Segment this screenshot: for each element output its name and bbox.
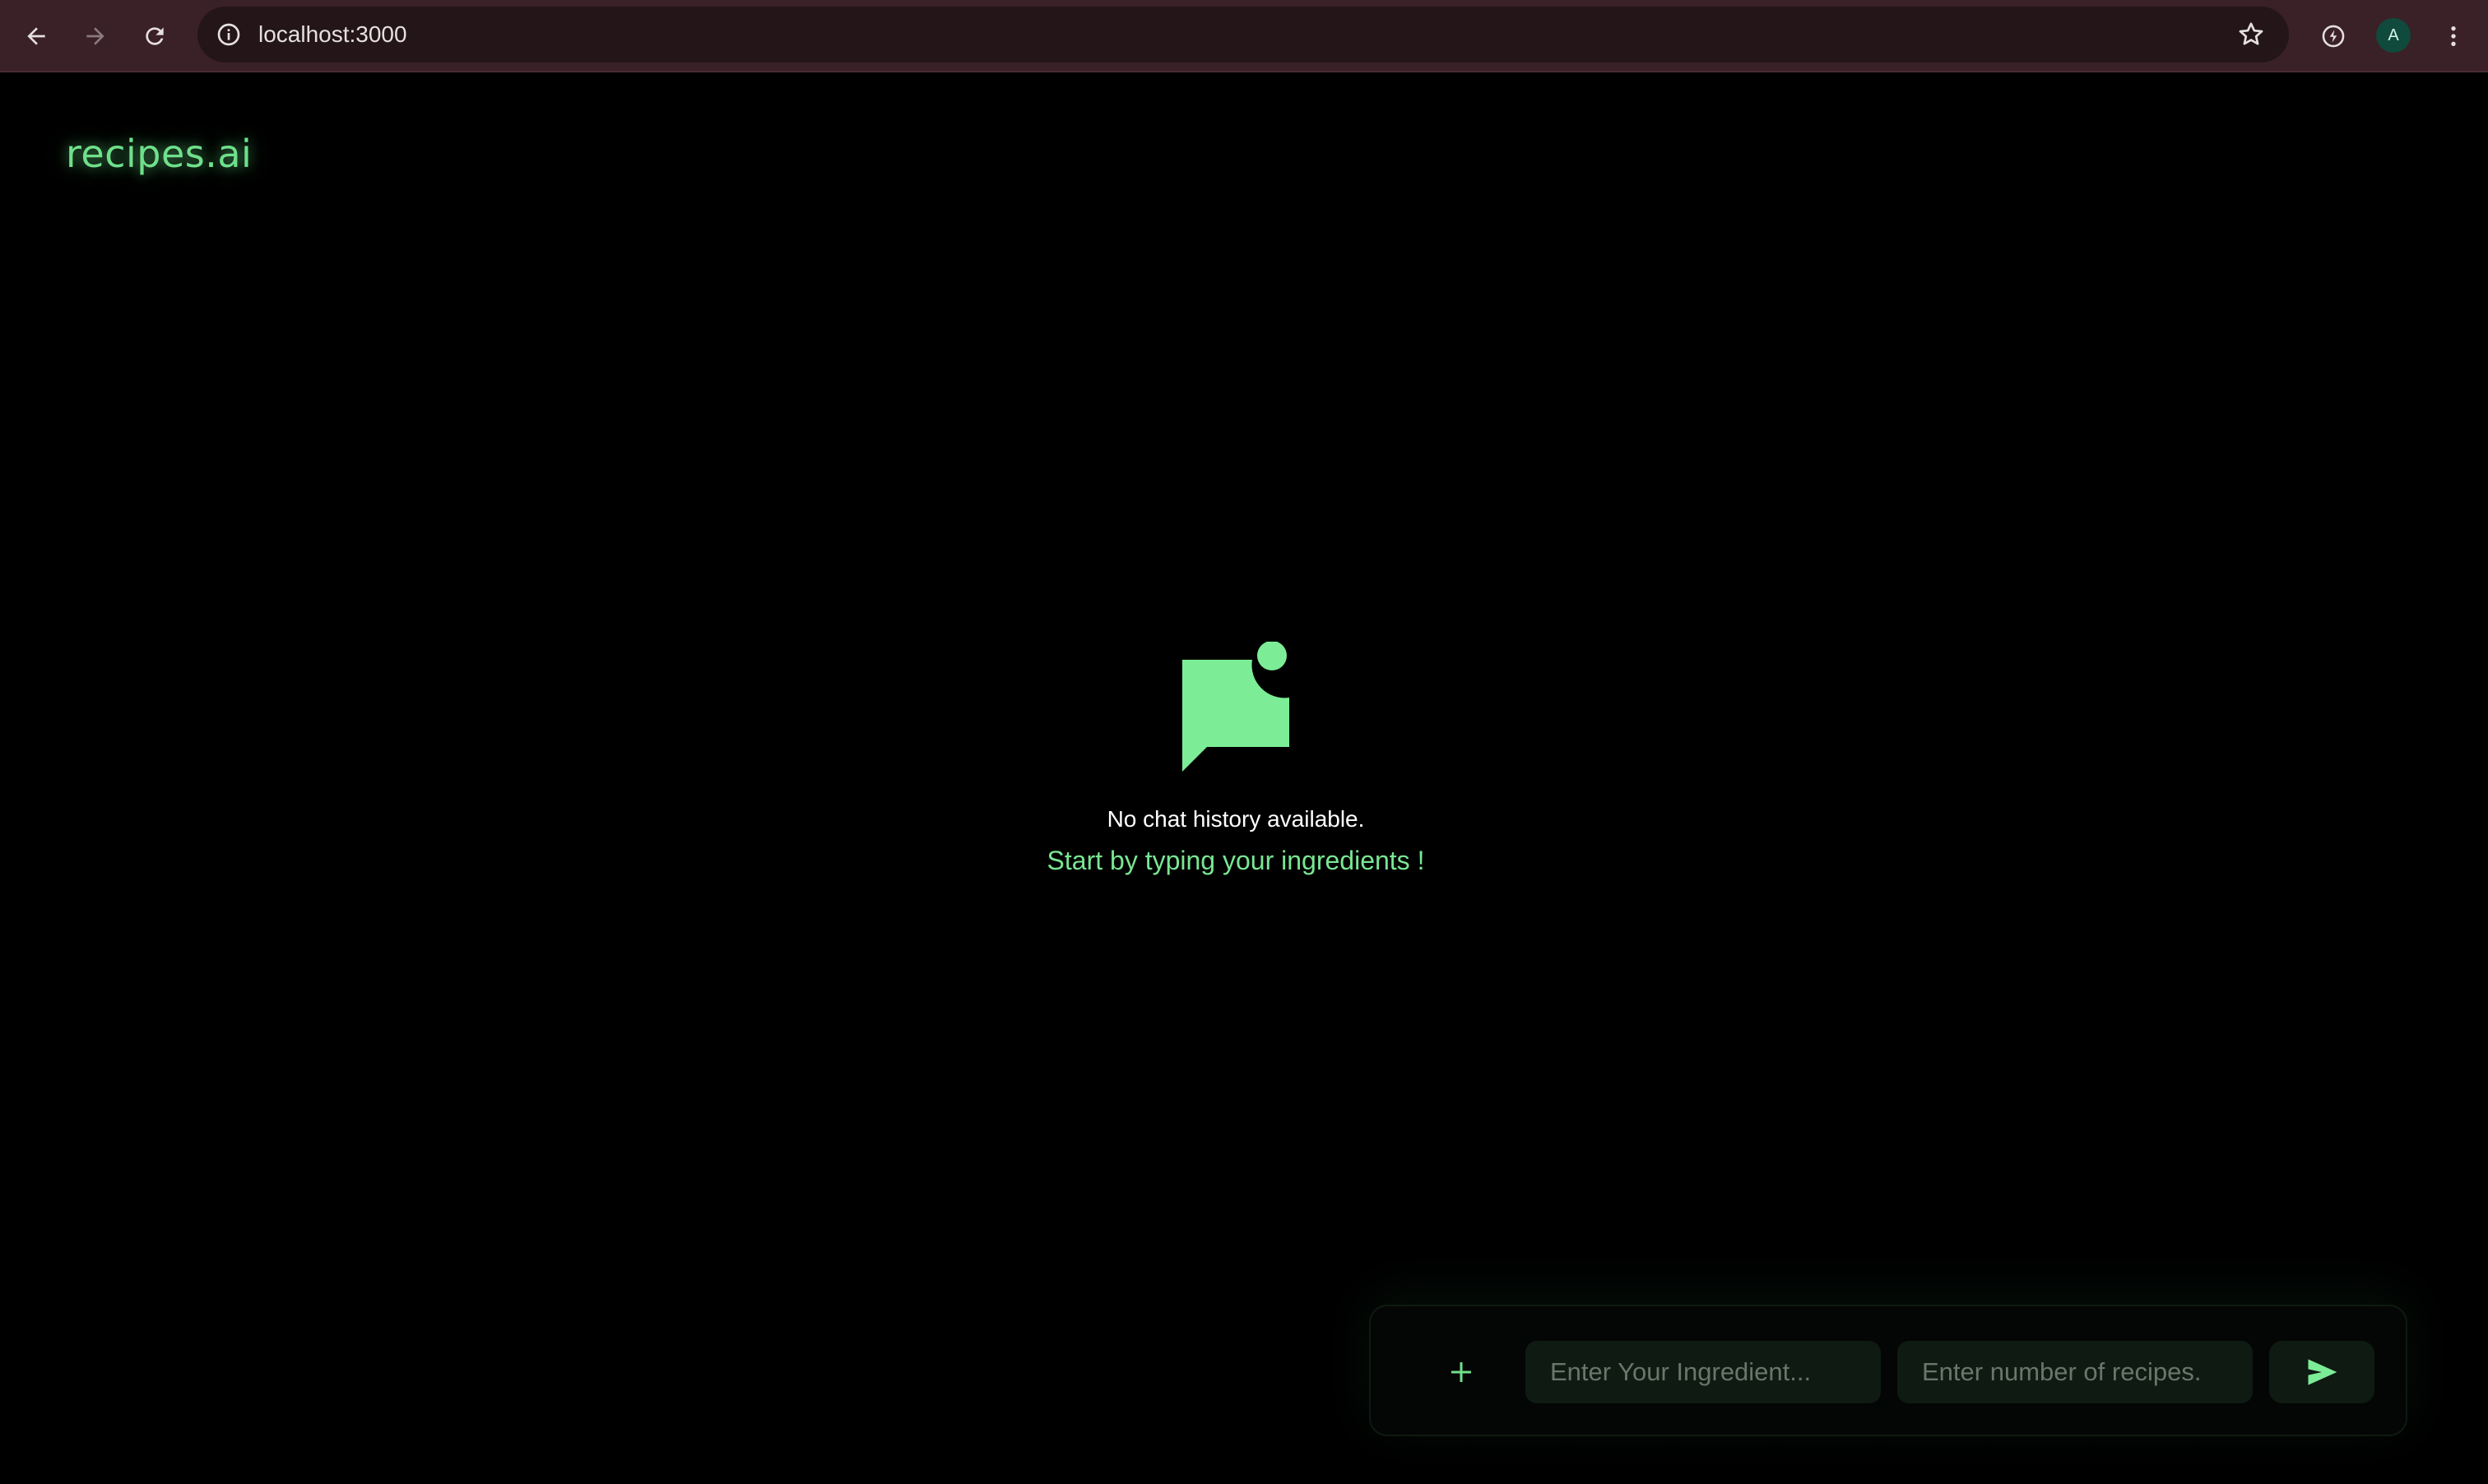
forward-button[interactable] [76, 16, 115, 56]
browser-menu-button[interactable] [2434, 16, 2473, 56]
recipe-count-input[interactable] [1897, 1341, 2253, 1403]
back-arrow-icon [27, 27, 45, 45]
address-bar[interactable]: localhost:3000 [197, 7, 2289, 63]
site-info-button[interactable] [211, 16, 247, 53]
empty-state-subtitle: Start by typing your ingredients ! [1047, 846, 1425, 875]
star-icon [2239, 22, 2263, 45]
browser-toolbar: localhost:3000 A [0, 0, 2488, 72]
add-ingredient-button[interactable] [1437, 1347, 1486, 1397]
bookmark-button[interactable] [2235, 18, 2268, 51]
reload-button[interactable] [135, 16, 174, 56]
send-button[interactable] [2269, 1341, 2374, 1403]
send-icon [2308, 1359, 2337, 1385]
composer-bar [1369, 1305, 2407, 1436]
kebab-menu-icon [2451, 26, 2456, 46]
back-button[interactable] [16, 16, 56, 56]
chat-bubble-notification-icon [1182, 642, 1289, 772]
empty-chat-state: No chat history available. Start by typi… [913, 642, 1558, 876]
info-icon [217, 23, 240, 46]
forward-arrow-icon [86, 27, 104, 45]
profile-avatar[interactable]: A [2376, 18, 2411, 53]
plus-icon [1451, 1362, 1471, 1382]
reload-icon [146, 27, 164, 45]
ingredient-input[interactable] [1525, 1341, 1881, 1403]
app-page: recipes.ai No chat history available. St… [0, 74, 2488, 1484]
brand-logo[interactable]: recipes.ai [66, 132, 252, 176]
extension-button[interactable] [2314, 16, 2353, 56]
extension-icon [2322, 25, 2345, 48]
url-text[interactable]: localhost:3000 [258, 7, 407, 63]
empty-state-title: No chat history available. [1107, 806, 1365, 832]
